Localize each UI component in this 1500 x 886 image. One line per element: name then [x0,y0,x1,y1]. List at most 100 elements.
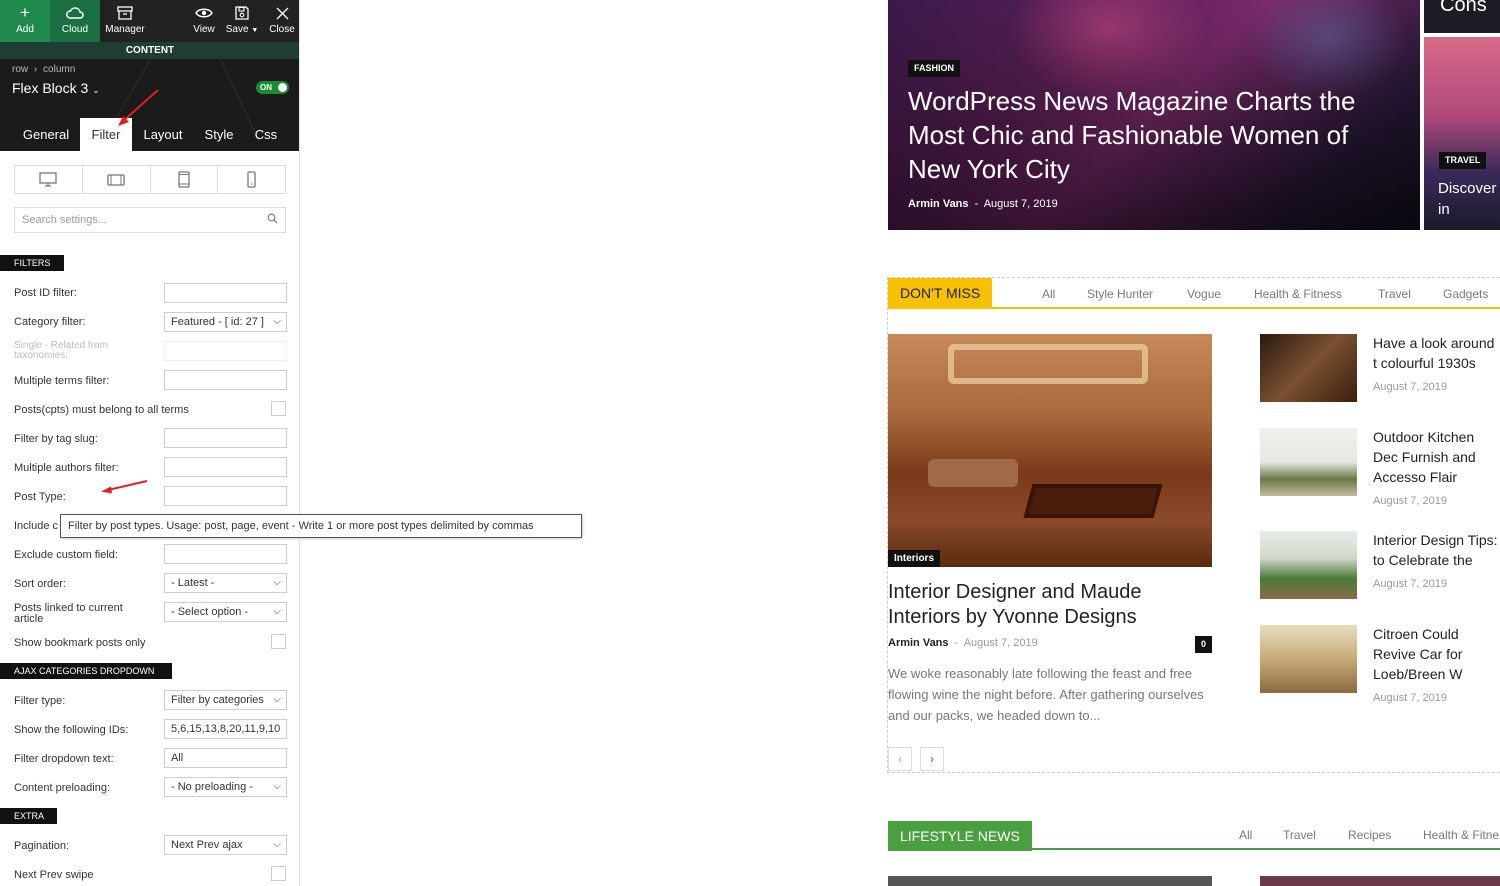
side-post-thumb[interactable] [1260,531,1357,599]
multiple-authors-input[interactable] [164,457,287,477]
filter-travel[interactable]: Travel [1283,821,1316,849]
manager-button[interactable]: Manager [100,0,150,42]
content-preloading-label: Content preloading: [14,782,111,794]
post-type-input[interactable] [164,486,287,506]
main-post-author[interactable]: Armin Vans [888,637,949,649]
section-ajax-categories: AJAX CATEGORIES DROPDOWN [0,663,172,679]
dont-miss-filters: All Style Hunter Vogue Health & Fitness … [888,278,1500,308]
view-button[interactable]: View [188,0,220,42]
side-post-title[interactable]: Outdoor Kitchen Dec Furnish and Accesso … [1373,427,1500,487]
comment-count-badge[interactable]: 0 [1195,636,1212,653]
tab-css[interactable]: Css [246,118,286,151]
side-category-tag[interactable]: TRAVEL [1439,152,1487,169]
posts-linked-select[interactable]: - Select option - ⌵ [164,602,287,622]
block-name-selector[interactable]: Flex Block 3 ⌄ [12,80,100,96]
show-ids-input[interactable]: 5,6,15,13,8,20,11,9,10 [164,719,287,739]
side-featured-title-top: Cons [1440,0,1487,16]
bookmark-checkbox[interactable] [271,634,286,649]
post-type-tooltip: Filter by post types. Usage: post, page,… [60,514,582,538]
filter-travel[interactable]: Travel [1378,278,1411,310]
lifestyle-filters: All Travel Recipes Health & Fitne [888,821,1500,851]
add-button[interactable]: + Add [0,0,50,42]
content-preloading-select[interactable]: - No preloading - ⌵ [164,777,287,797]
post-id-input[interactable] [164,283,287,303]
filter-recipes[interactable]: Recipes [1348,821,1391,849]
must-belong-label: Posts(cpts) must belong to all terms [14,404,189,416]
single-related-input[interactable] [164,341,287,361]
filter-all[interactable]: All [1042,278,1055,310]
cloud-icon [50,0,100,24]
side-post-thumb[interactable] [1260,428,1357,496]
next-prev-swipe-checkbox[interactable] [271,866,286,881]
settings-search-input[interactable]: Search settings... [14,207,286,233]
filter-style-hunter[interactable]: Style Hunter [1087,278,1153,310]
phone-icon[interactable] [218,166,285,193]
main-post-date: August 7, 2019 [963,637,1038,649]
multiple-terms-input[interactable] [164,370,287,390]
lifestyle-post-image[interactable] [888,876,1212,886]
tablet-portrait-icon[interactable] [151,166,219,193]
hero-category-tag[interactable]: FASHION [908,60,961,77]
main-post-category[interactable]: Interiors [888,550,941,567]
side-featured-post[interactable]: TRAVEL Discover Sunset in [1424,37,1500,230]
filter-type-select[interactable]: Filter by categories ⌵ [164,690,287,710]
main-post-image[interactable]: Interiors [888,334,1212,567]
breadcrumb-row[interactable]: row [12,64,28,75]
side-post-title[interactable]: Citroen Could Revive Car for Loeb/Breen … [1373,624,1500,684]
side-post-title[interactable]: Interior Design Tips: to Celebrate the G… [1373,530,1500,570]
filter-type-label: Filter type: [14,695,66,707]
tab-style[interactable]: Style [194,118,244,151]
breadcrumb-column[interactable]: column [43,64,75,75]
cloud-button[interactable]: Cloud [50,0,100,42]
must-belong-checkbox[interactable] [271,401,286,416]
category-filter-select[interactable]: Featured - [ id: 27 ] ⌵ [164,312,287,332]
post-id-label: Post ID filter: [14,287,77,299]
chevron-down-icon: ⌵ [273,839,281,850]
dropdown-text-input[interactable]: All [164,748,287,768]
dont-miss-header: DON'T MISS All Style Hunter Vogue Health… [888,278,1500,309]
chevron-down-icon: ⌵ [273,694,281,705]
section-extra: EXTRA [0,808,57,824]
filter-vogue[interactable]: Vogue [1187,278,1221,310]
side-featured-post-top[interactable]: Cons [1424,0,1500,33]
exclude-custom-input[interactable] [164,544,287,564]
filter-all[interactable]: All [1239,821,1252,849]
side-post-title[interactable]: Have a look around t colourful 1930s sem [1373,333,1500,373]
save-button[interactable]: Save ▼ [224,0,260,42]
hero-title[interactable]: WordPress News Magazine Charts the Most … [908,84,1388,186]
lifestyle-post-image[interactable] [1260,876,1500,886]
hero-author[interactable]: Armin Vans [908,198,969,210]
block-enabled-toggle[interactable]: ON [256,81,289,94]
main-post-excerpt: We woke reasonably late following the fe… [888,666,1204,723]
tab-general[interactable]: General [12,118,80,151]
hero-featured-post[interactable]: FASHION WordPress News Magazine Charts t… [888,0,1420,230]
filter-health-fitness[interactable]: Health & Fitne [1423,821,1499,849]
side-post-thumb[interactable] [1260,334,1357,402]
posts-linked-label: Posts linked to current article [14,602,123,625]
chevron-down-icon: ⌵ [273,316,281,327]
toggle-knob [278,83,287,92]
tablet-landscape-icon[interactable] [83,166,151,193]
dropdown-text-label: Filter dropdown text: [14,753,114,765]
pagination-label: Pagination: [14,840,70,852]
desktop-icon[interactable] [15,166,83,193]
show-ids-label: Show the following IDs: [14,724,129,736]
side-featured-title: Discover Sunset in [1438,180,1500,218]
close-button[interactable]: Close [266,0,298,42]
sort-order-select[interactable]: - Latest - ⌵ [164,573,287,593]
chevron-down-icon: ⌄ [92,85,100,95]
block-name: Flex Block 3 [12,80,89,96]
next-page-button[interactable]: › [920,747,944,771]
main-post-title[interactable]: Interior Designer and Maude Interiors by… [888,580,1208,630]
pagination-select[interactable]: Next Prev ajax ⌵ [164,835,287,855]
chevron-down-icon: ⌵ [273,606,281,617]
prev-page-button[interactable]: ‹ [888,747,912,771]
hero-meta: Armin Vans - August 7, 2019 [908,198,1058,210]
side-post-thumb[interactable] [1260,625,1357,693]
filter-gadgets[interactable]: Gadgets [1443,278,1488,310]
tag-slug-input[interactable] [164,428,287,448]
filter-health-fitness[interactable]: Health & Fitness [1254,278,1342,310]
save-icon [224,0,260,24]
editor-panel: + Add Cloud Manager View Save ▼ Close CO… [0,0,300,886]
plus-icon: + [20,3,30,22]
